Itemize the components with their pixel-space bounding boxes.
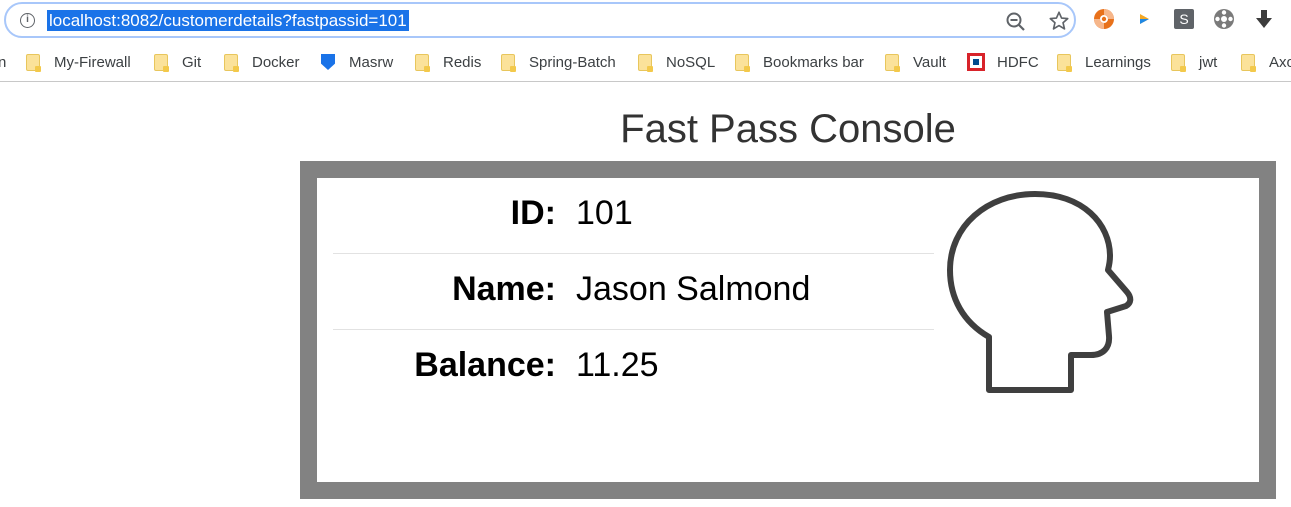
bookmark-partial[interactable]: n bbox=[0, 51, 6, 73]
folder-icon bbox=[154, 53, 169, 72]
bookmarks-bar: n My-Firewall Git Docker Masrw Redis Spr… bbox=[0, 42, 1291, 82]
folder-icon bbox=[735, 53, 750, 72]
bookmark-spring-batch[interactable]: Spring-Batch bbox=[501, 51, 616, 73]
customer-card: ID: 101 Name: Jason Salmond Balance: 11.… bbox=[317, 178, 1259, 482]
bookmark-hdfc[interactable]: HDFC bbox=[967, 51, 1039, 73]
folder-icon bbox=[415, 53, 430, 72]
folder-icon bbox=[26, 53, 41, 72]
folder-icon bbox=[638, 53, 653, 72]
id-row: ID: 101 bbox=[333, 178, 934, 254]
lifebuoy-icon[interactable] bbox=[1093, 8, 1115, 30]
bookmark-label: jwt bbox=[1199, 53, 1218, 71]
bookmark-vault[interactable]: Vault bbox=[885, 51, 946, 73]
id-value: 101 bbox=[576, 194, 633, 232]
star-icon[interactable] bbox=[1048, 10, 1070, 32]
bookmark-label: Bookmarks bar bbox=[763, 53, 864, 71]
bookmark-label: Learnings bbox=[1085, 53, 1151, 71]
page-title: Fast Pass Console bbox=[620, 107, 956, 151]
folder-icon bbox=[501, 53, 516, 72]
bookmark-label: Masrw bbox=[349, 53, 394, 71]
bookmark-label: Docker bbox=[252, 53, 300, 71]
bookmark-label: Axo bbox=[1269, 53, 1291, 71]
bookmark-label: Spring-Batch bbox=[529, 53, 616, 71]
bookmark-git[interactable]: Git bbox=[154, 51, 201, 73]
bookmark-label: NoSQL bbox=[666, 53, 716, 71]
folder-icon bbox=[1171, 53, 1186, 72]
folder-icon bbox=[224, 53, 239, 72]
name-row: Name: Jason Salmond bbox=[333, 254, 934, 330]
folder-icon bbox=[885, 53, 900, 72]
bookmark-axo[interactable]: Axo bbox=[1241, 51, 1291, 73]
bookmark-redis[interactable]: Redis bbox=[415, 51, 481, 73]
bookmark-my-firewall[interactable]: My-Firewall bbox=[26, 51, 131, 73]
id-label: ID: bbox=[510, 194, 556, 232]
url-text[interactable]: localhost:8082/customerdetails?fastpassi… bbox=[47, 10, 409, 31]
bookmark-label: Redis bbox=[443, 53, 482, 71]
info-icon[interactable]: i bbox=[20, 13, 35, 28]
bookmark-label: Vault bbox=[913, 53, 947, 71]
folder-icon bbox=[1057, 53, 1072, 72]
balance-label: Balance: bbox=[414, 346, 556, 384]
bookmark-nosql[interactable]: NoSQL bbox=[638, 51, 715, 73]
folder-icon bbox=[1241, 53, 1256, 72]
bookmark-label: My-Firewall bbox=[54, 53, 131, 71]
bookmark-masrw[interactable]: Masrw bbox=[321, 51, 393, 73]
address-bar[interactable]: i localhost:8082/customerdetails?fastpas… bbox=[4, 2, 1076, 38]
play-icon[interactable] bbox=[1133, 8, 1155, 30]
bookmark-label: HDFC bbox=[997, 53, 1039, 71]
head-profile-icon bbox=[947, 191, 1134, 393]
name-value: Jason Salmond bbox=[576, 270, 811, 308]
svg-text:S: S bbox=[1179, 11, 1188, 27]
name-label: Name: bbox=[452, 270, 556, 308]
bookmark-label: Git bbox=[182, 53, 202, 71]
bookmark-jwt[interactable]: jwt bbox=[1171, 51, 1217, 73]
s-extension-icon[interactable]: S bbox=[1173, 8, 1195, 30]
bookmark-learnings[interactable]: Learnings bbox=[1057, 51, 1151, 73]
zoom-icon[interactable] bbox=[1005, 11, 1027, 33]
balance-row: Balance: 11.25 bbox=[333, 330, 934, 406]
balance-value: 11.25 bbox=[576, 346, 659, 384]
bookmark-bookmarks-bar[interactable]: Bookmarks bar bbox=[735, 51, 864, 73]
customer-card-frame: ID: 101 Name: Jason Salmond Balance: 11.… bbox=[300, 161, 1276, 499]
shield-icon bbox=[321, 54, 335, 70]
bookmark-docker[interactable]: Docker bbox=[224, 51, 300, 73]
browser-toolbar: i localhost:8082/customerdetails?fastpas… bbox=[0, 0, 1291, 42]
film-reel-icon[interactable] bbox=[1213, 8, 1235, 30]
download-arrow-icon[interactable] bbox=[1253, 8, 1275, 30]
hdfc-logo-icon bbox=[967, 53, 985, 71]
